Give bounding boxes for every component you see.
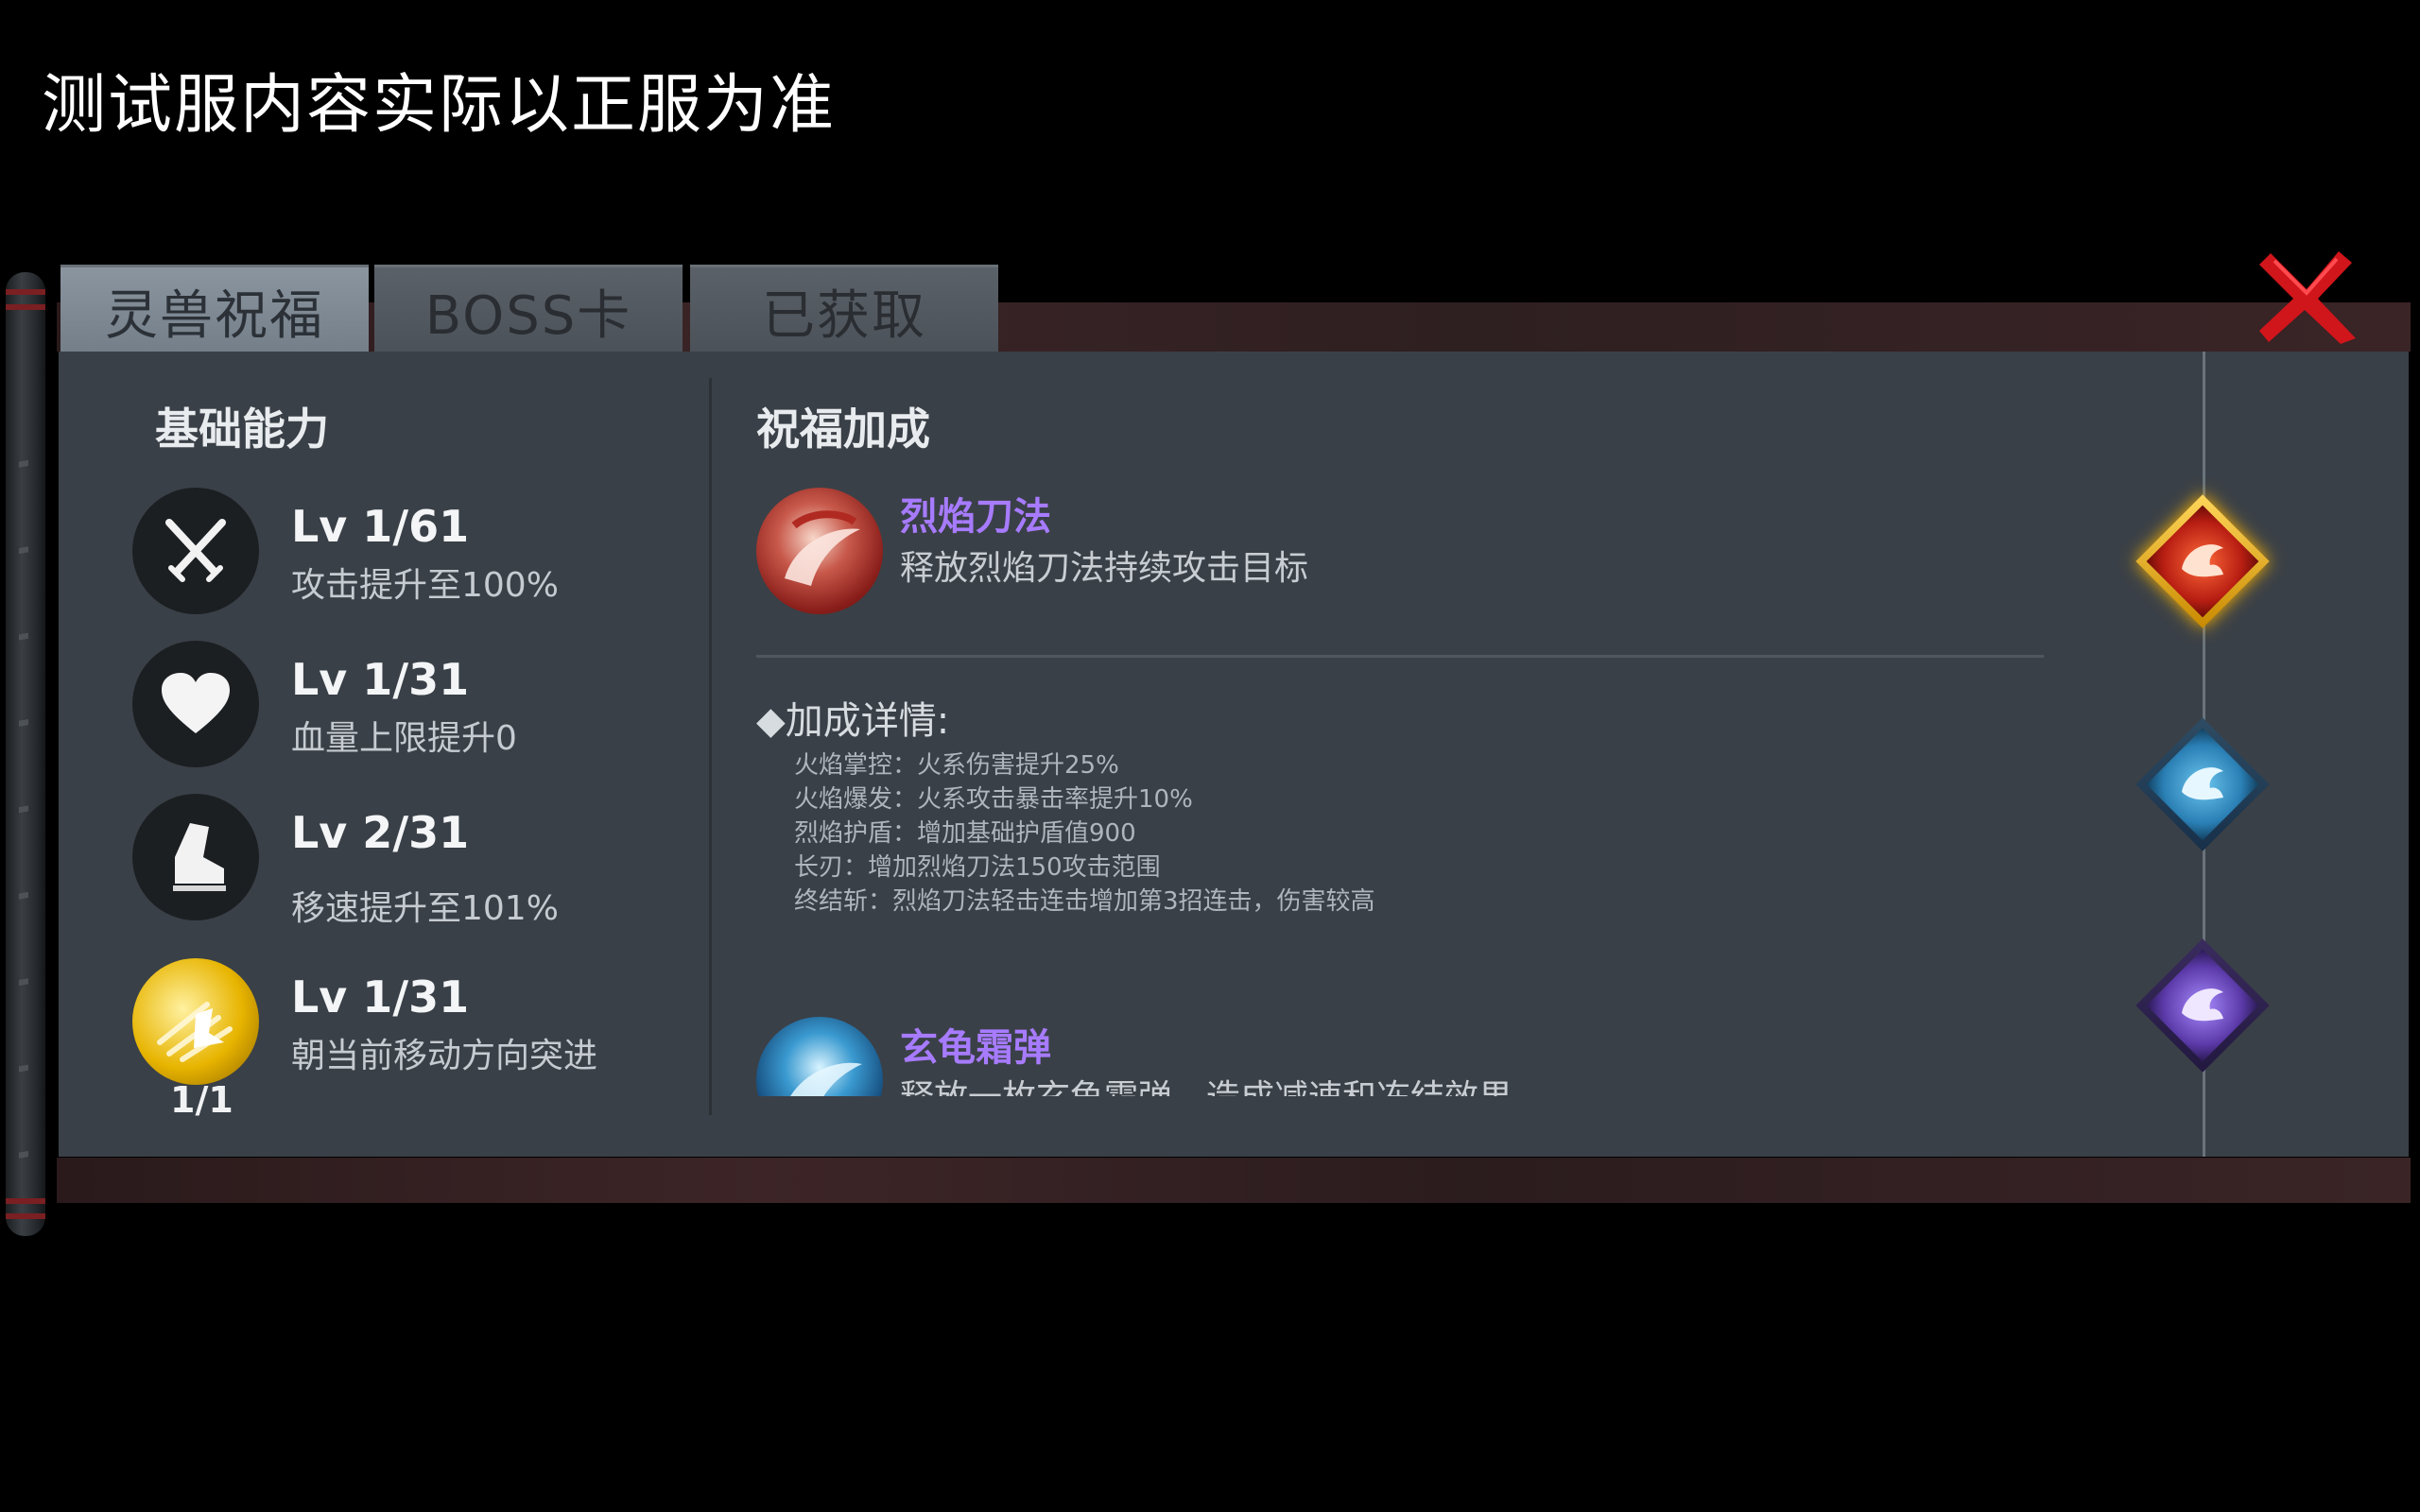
skill-desc: 释放烈焰刀法持续攻击目标 xyxy=(900,549,1309,588)
charge-count: 1/1 xyxy=(170,1079,233,1121)
stat-desc: 攻击提升至100% xyxy=(291,566,559,605)
flame-blade-skill-icon[interactable] xyxy=(756,488,883,614)
tab-obtained[interactable]: 已获取 xyxy=(690,265,998,354)
scroll-rod xyxy=(6,272,45,1236)
close-button[interactable] xyxy=(2254,248,2360,346)
stat-level: Lv 2/31 xyxy=(291,807,470,858)
stat-level: Lv 1/31 xyxy=(291,971,470,1022)
stat-health: Lv 1/31 血量上限提升0 xyxy=(132,641,700,773)
bonus-detail-item: 长刃：增加烈焰刀法150攻击范围 xyxy=(794,853,1161,882)
bonus-detail-item: 烈焰护盾：增加基础护盾值900 xyxy=(794,819,1136,848)
skill-name: 玄龟霜弹 xyxy=(900,1026,1051,1070)
stat-desc: 移速提升至101% xyxy=(291,889,559,928)
bonus-detail-item: 火焰爆发：火系攻击暴击率提升10% xyxy=(794,785,1193,814)
decor-strip-bottom xyxy=(57,1158,2411,1203)
blessing-bonus-title: 祝福加成 xyxy=(756,404,930,455)
stat-attack: Lv 1/61 攻击提升至100% xyxy=(132,488,700,620)
stat-desc: 血量上限提升0 xyxy=(291,719,517,758)
heart-icon xyxy=(132,641,259,767)
stat-level: Lv 1/31 xyxy=(291,654,470,705)
bonus-detail-list: 火焰掌控：火系伤害提升25% 火焰爆发：火系攻击暴击率提升10% 烈焰护盾：增加… xyxy=(794,748,1375,919)
test-server-notice: 测试服内容实际以正服为准 xyxy=(42,68,837,143)
frost-turtle-skill-icon[interactable] xyxy=(756,1017,883,1096)
scroll-clip-area[interactable]: 玄龟霜弹 释放一枚玄龟霜弹，造成减速和冻结效果 xyxy=(747,1011,2032,1096)
section-divider xyxy=(756,655,2044,658)
skill-name: 烈焰刀法 xyxy=(900,495,1051,539)
bonus-detail-title: ◆加成详情: xyxy=(756,699,950,743)
bonus-detail-item: 火焰掌控：火系伤害提升25% xyxy=(794,751,1119,780)
stat-desc: 朝当前移动方向突进 xyxy=(291,1037,598,1075)
swords-icon xyxy=(132,488,259,614)
stat-level: Lv 1/61 xyxy=(291,501,470,552)
stat-move-speed: Lv 2/31 移速提升至101% xyxy=(132,794,700,928)
skill-desc: 释放一枚玄龟霜弹，造成减速和冻结效果 xyxy=(900,1070,1512,1096)
dash-icon xyxy=(132,958,259,1085)
stat-dash[interactable]: Lv 1/31 朝当前移动方向突进 1/1 xyxy=(132,958,700,1121)
boot-icon xyxy=(132,794,259,920)
tab-spirit-blessing[interactable]: 灵兽祝福 xyxy=(60,265,369,354)
bonus-detail-item: 终结斩：烈焰刀法轻击连击增加第3招连击，伤害较高 xyxy=(794,887,1375,916)
tab-boss-card[interactable]: BOSS卡 xyxy=(374,265,683,354)
column-divider xyxy=(709,378,712,1115)
close-icon xyxy=(2259,251,2356,344)
basic-ability-title: 基础能力 xyxy=(155,404,329,455)
